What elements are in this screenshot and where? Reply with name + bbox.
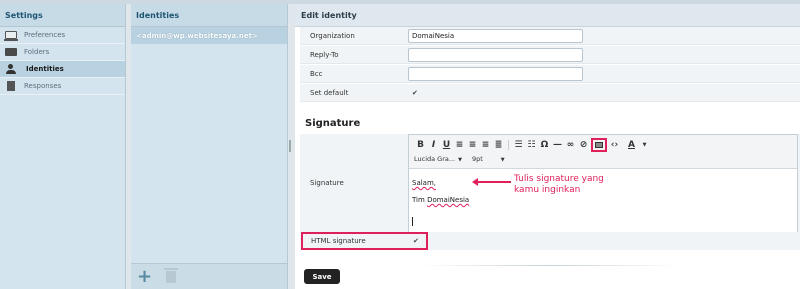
chevron-down-icon: ▼ [458,157,462,163]
reply-to-row: Reply-To [300,46,800,64]
organization-row: Organization [300,27,800,45]
chevron-down-icon[interactable]: ▼ [638,139,651,151]
panel-splitter[interactable] [289,140,291,152]
annotation-arrow [472,178,511,186]
signature-text[interactable]: Salam, Tim DomaiNesia [412,175,469,209]
align-center-icon[interactable]: ≡ [466,139,479,151]
italic-button[interactable]: I [427,139,440,151]
plus-icon[interactable]: + [137,267,152,286]
html-signature-checkbox[interactable]: ✔ [413,237,419,245]
font-family-value: Lucida Gra... [414,155,456,163]
nav-item-label: Preferences [24,31,66,39]
align-left-icon[interactable]: ≡ [453,139,466,151]
nav-item-label: Folders [24,48,50,56]
nav-item-responses[interactable]: Responses [0,78,125,95]
reply-to-label: Reply-To [310,51,339,59]
document-icon [7,81,15,91]
align-justify-icon[interactable]: ≣ [492,139,505,151]
edit-identity-header: Edit identity [295,4,800,27]
signature-line-2-name: DomaiNesia [427,196,470,204]
bold-button[interactable]: B [414,139,427,151]
organization-input[interactable] [408,29,583,43]
align-right-icon[interactable]: ≡ [479,139,492,151]
settings-header: Settings [0,4,125,27]
html-signature-label: HTML signature [311,237,366,245]
set-default-row: Set default ✔ [300,84,800,102]
divider [420,265,680,266]
set-default-checkbox[interactable]: ✔ [412,89,420,97]
link-icon[interactable]: ∞ [564,139,577,151]
signature-line-1: Salam, [412,179,437,187]
organization-label: Organization [310,32,355,40]
nav-item-label: Responses [24,82,62,90]
annotation-text: Tulis signature yang kamu inginkan [514,174,604,195]
user-icon [5,64,19,74]
font-size-select[interactable]: 9pt ▼ [472,155,505,163]
bcc-label: Bcc [310,70,323,78]
identity-label: <admin@wp.websitesaya.net> [136,31,258,40]
bcc-input[interactable] [408,67,583,81]
folder-icon [5,48,17,56]
horizontal-rule-icon[interactable]: — [551,139,564,151]
html-signature-highlight: HTML signature ✔ [301,232,428,250]
identities-header: Identities [131,4,287,27]
trash-icon[interactable] [164,267,179,283]
identities-footer: + [131,263,287,289]
unlink-icon[interactable]: ⊘ [577,139,590,151]
text-cursor [412,217,413,226]
nav-item-label: Identities [26,65,64,73]
chevron-down-icon: ▼ [500,157,505,163]
settings-panel: Settings Preferences Folders Identities … [0,4,126,289]
bcc-row: Bcc [300,65,800,83]
signature-label: Signature [310,179,344,187]
identities-panel: Identities <admin@wp.websitesaya.net> + [131,4,288,289]
text-color-icon[interactable]: A [625,139,638,151]
font-size-value: 9pt [471,155,483,163]
save-button[interactable]: Save [304,269,340,284]
signature-section-title: Signature [305,118,361,129]
set-default-label: Set default [310,89,349,97]
identity-list-item[interactable]: <admin@wp.websitesaya.net> [131,27,287,44]
source-code-icon[interactable]: ‹› [608,139,621,151]
insert-image-icon[interactable] [591,138,607,152]
underline-button[interactable]: U [440,139,453,151]
monitor-icon [4,31,18,41]
special-char-icon[interactable]: Ω [538,139,551,151]
font-family-select[interactable]: Lucida Gra... ▼ [414,155,462,163]
nav-item-preferences[interactable]: Preferences [0,27,125,44]
signature-line-2-prefix: Tim [412,196,428,204]
reply-to-input[interactable] [408,48,583,62]
nav-item-identities[interactable]: Identities [0,61,125,78]
numbered-list-icon[interactable]: ☷ [525,139,538,151]
editor-toolbar: B I U ≡ ≡ ≡ ≣ ☰ ☷ Ω — ∞ ⊘ ‹› A ▼ Lucida … [409,135,797,169]
bullet-list-icon[interactable]: ☰ [512,139,525,151]
nav-item-folders[interactable]: Folders [0,44,125,61]
toolbar-divider [508,140,509,150]
